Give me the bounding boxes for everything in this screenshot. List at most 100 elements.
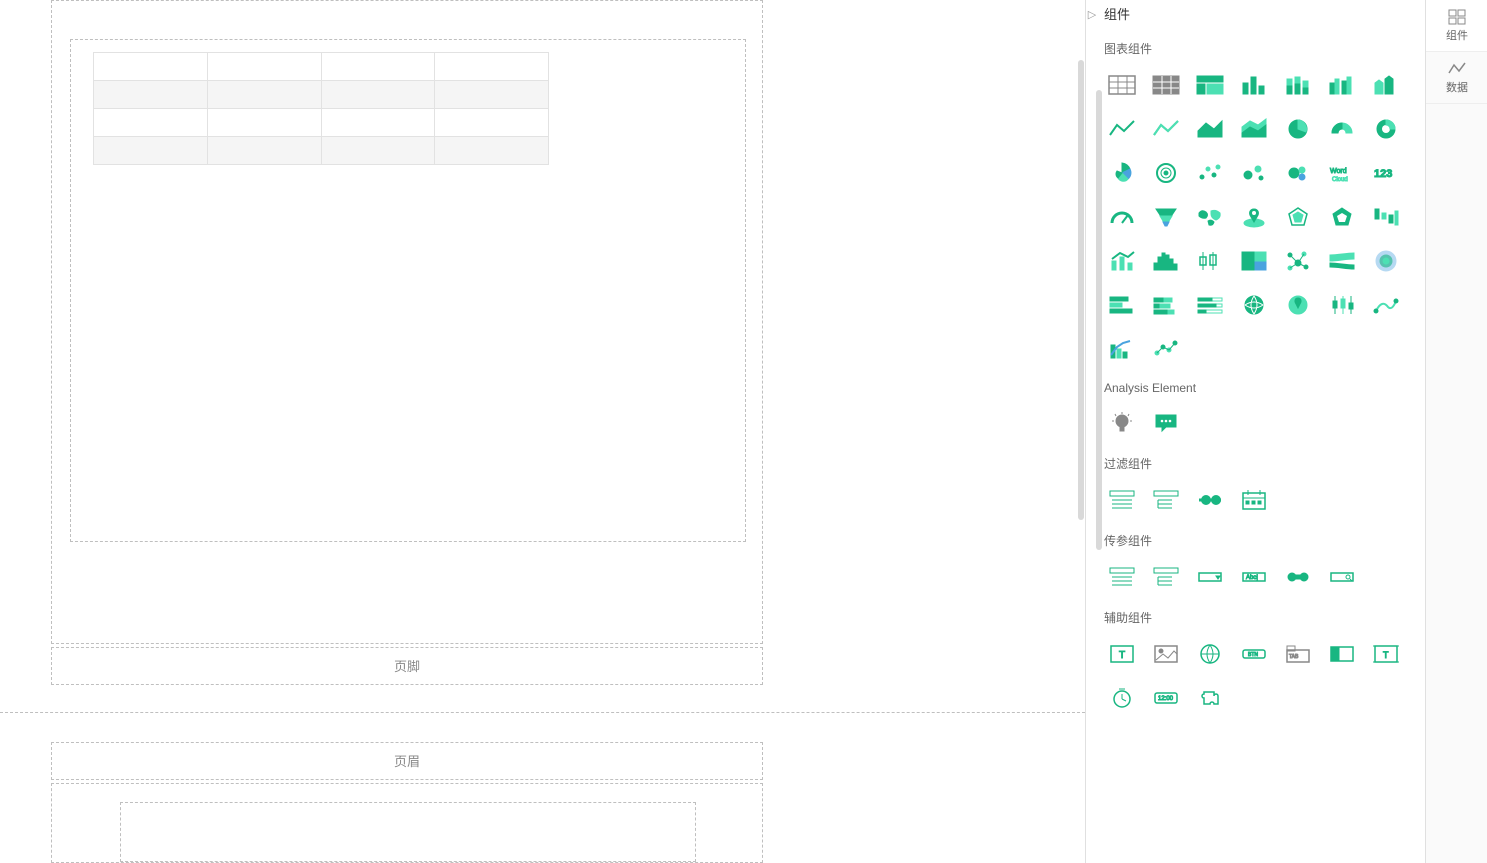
plugin-icon[interactable] <box>1188 676 1232 720</box>
split-panel-icon[interactable] <box>1320 632 1364 676</box>
table-row <box>94 137 549 165</box>
page2-inner-frame[interactable] <box>120 802 696 862</box>
semi-donut-icon[interactable] <box>1320 107 1364 151</box>
sankey-icon[interactable] <box>1320 239 1364 283</box>
candlestick-icon[interactable] <box>1320 283 1364 327</box>
tab-data[interactable]: 数据 <box>1426 52 1487 104</box>
funnel-icon[interactable] <box>1144 195 1188 239</box>
stacked-bar-icon[interactable] <box>1276 63 1320 107</box>
search-param-icon[interactable] <box>1320 555 1364 599</box>
panel-scrollbar[interactable] <box>1096 90 1102 550</box>
page1-footer[interactable]: 页脚 <box>51 647 763 685</box>
hbar-icon[interactable] <box>1100 283 1144 327</box>
page2-header[interactable]: 页眉 <box>51 742 763 780</box>
tab-components-label: 组件 <box>1446 27 1468 43</box>
rose-chart-icon[interactable] <box>1100 151 1144 195</box>
network-icon[interactable] <box>1276 239 1320 283</box>
combo-chart-icon[interactable] <box>1100 239 1144 283</box>
range-param-icon[interactable] <box>1276 555 1320 599</box>
svg-text:T: T <box>1383 650 1389 660</box>
table-row <box>94 53 549 81</box>
pin-map-icon[interactable] <box>1232 195 1276 239</box>
tab-icon[interactable]: TAB <box>1276 632 1320 676</box>
route-map-icon[interactable] <box>1364 283 1408 327</box>
radar-fill-icon[interactable] <box>1320 195 1364 239</box>
svg-text:Cloud: Cloud <box>1332 177 1348 183</box>
table-dark-icon[interactable] <box>1144 63 1188 107</box>
dropdown-param-icon[interactable] <box>1188 555 1232 599</box>
page2-body[interactable] <box>51 783 763 863</box>
multi-line-icon[interactable] <box>1144 107 1188 151</box>
panel-collapse-handle[interactable]: ▷ <box>1086 6 1098 24</box>
section-analysis-label: Analysis Element <box>1104 381 1416 395</box>
slider-filter-icon[interactable] <box>1188 478 1232 522</box>
geo-pin-icon[interactable] <box>1276 283 1320 327</box>
boxplot-icon[interactable] <box>1188 239 1232 283</box>
kpi-number-icon[interactable]: 123 <box>1364 151 1408 195</box>
section-aux-label: 辅助组件 <box>1104 609 1416 626</box>
panel-title: 组件 <box>1104 0 1130 30</box>
list-param-icon[interactable] <box>1100 555 1144 599</box>
right-tabstrip: 组件 数据 <box>1425 0 1487 863</box>
world-map-icon[interactable] <box>1188 195 1232 239</box>
page1-body[interactable] <box>51 0 763 644</box>
svg-text:BTN: BTN <box>1248 652 1258 658</box>
bar3d-icon[interactable] <box>1364 63 1408 107</box>
bullet-icon[interactable] <box>1188 283 1232 327</box>
hbar-stacked-icon[interactable] <box>1144 283 1188 327</box>
bubble-icon[interactable] <box>1232 151 1276 195</box>
text-box-icon[interactable]: T <box>1100 632 1144 676</box>
tree-param-icon[interactable] <box>1144 555 1188 599</box>
gauge-icon[interactable] <box>1100 195 1144 239</box>
svg-text:T: T <box>1119 650 1125 661</box>
frame-icon[interactable]: T <box>1364 632 1408 676</box>
pie-chart-icon[interactable] <box>1276 107 1320 151</box>
scatter-icon[interactable] <box>1188 151 1232 195</box>
packed-bubble-icon[interactable] <box>1276 151 1320 195</box>
svg-text:Abc|: Abc| <box>1246 575 1258 581</box>
list-filter-icon[interactable] <box>1100 478 1144 522</box>
radial-gauge-icon[interactable] <box>1144 151 1188 195</box>
treemap-icon[interactable] <box>1232 239 1276 283</box>
section-charts-label: 图表组件 <box>1104 40 1416 57</box>
section-param-label: 传参组件 <box>1104 532 1416 549</box>
bar-chart-icon[interactable] <box>1232 63 1276 107</box>
canvas-scrollbar[interactable] <box>1078 60 1084 520</box>
histogram-icon[interactable] <box>1144 239 1188 283</box>
panel-scroll: 图表组件 Word Cloud 123 <box>1096 30 1416 850</box>
radar-icon[interactable] <box>1276 195 1320 239</box>
canvas: 页脚 页眉 <box>0 0 1085 863</box>
donut-icon[interactable] <box>1364 107 1408 151</box>
grouped-bar-icon[interactable] <box>1320 63 1364 107</box>
canvas-sample-table[interactable] <box>93 52 549 165</box>
globe-chart-icon[interactable] <box>1232 283 1276 327</box>
area-chart-icon[interactable] <box>1188 107 1232 151</box>
scatter-line-icon[interactable] <box>1144 327 1188 371</box>
tab-components[interactable]: 组件 <box>1426 0 1487 52</box>
charts-grid: Word Cloud 123 <box>1096 63 1416 371</box>
button-icon[interactable]: BTN <box>1232 632 1276 676</box>
line-chart-icon[interactable] <box>1100 107 1144 151</box>
svg-text:123: 123 <box>1374 168 1392 180</box>
stacked-area-icon[interactable] <box>1232 107 1276 151</box>
table-icon[interactable] <box>1100 63 1144 107</box>
web-icon[interactable] <box>1188 632 1232 676</box>
timer-icon[interactable] <box>1100 676 1144 720</box>
date-filter-icon[interactable] <box>1232 478 1276 522</box>
waterfall-icon[interactable] <box>1364 195 1408 239</box>
image-icon[interactable] <box>1144 632 1188 676</box>
tree-filter-icon[interactable] <box>1144 478 1188 522</box>
comment-icon[interactable] <box>1144 401 1188 445</box>
pivot-table-icon[interactable] <box>1188 63 1232 107</box>
component-panel: ▷ 组件 图表组件 Word <box>1085 0 1425 863</box>
wordcloud-icon[interactable]: Word Cloud <box>1320 151 1364 195</box>
insight-icon[interactable] <box>1100 401 1144 445</box>
svg-text:Word: Word <box>1330 168 1347 175</box>
pareto-icon[interactable] <box>1100 327 1144 371</box>
clock-display-icon[interactable]: 12:00 <box>1144 676 1188 720</box>
heatmap-icon[interactable] <box>1364 239 1408 283</box>
page-divider <box>0 712 1085 713</box>
text-param-icon[interactable]: Abc| <box>1232 555 1276 599</box>
svg-text:TAB: TAB <box>1289 654 1299 660</box>
svg-text:12:00: 12:00 <box>1158 696 1174 702</box>
